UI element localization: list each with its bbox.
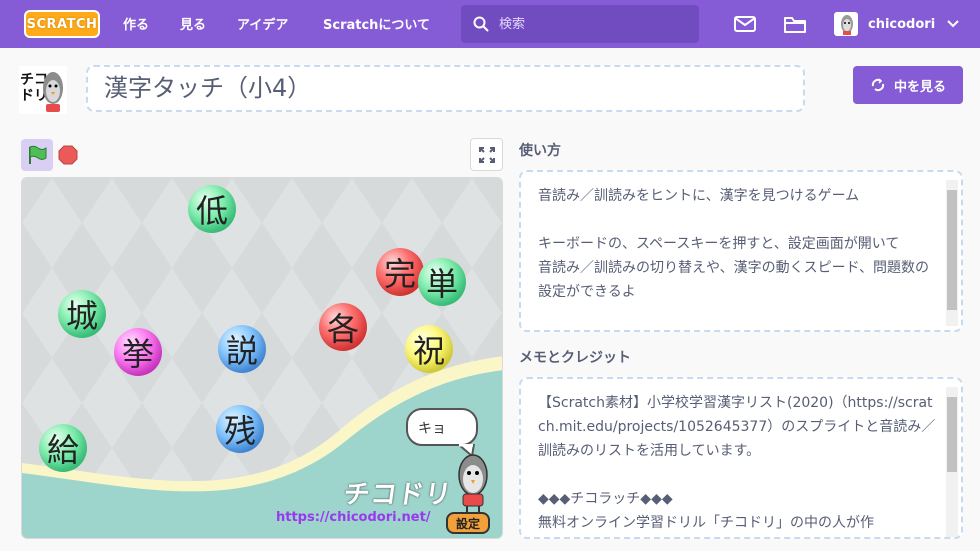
messages-icon[interactable] — [733, 12, 757, 36]
kanji-ball[interactable]: 単 — [418, 258, 466, 306]
user-menu[interactable]: chicodori — [834, 12, 959, 36]
instructions-scrollbar[interactable] — [946, 180, 958, 326]
nav-ideas-link[interactable]: アイデア — [237, 14, 288, 33]
user-avatar — [834, 12, 858, 36]
kanji-ball[interactable]: 低 — [188, 185, 236, 233]
stop-sign-icon[interactable] — [58, 145, 78, 165]
instructions-heading: 使い方 — [519, 143, 561, 159]
project-title-field[interactable]: 漢字タッチ（小4） — [86, 65, 805, 112]
kanji-ball[interactable]: 説 — [218, 325, 266, 373]
fullscreen-icon — [478, 146, 495, 163]
remix-arrows-icon — [871, 78, 885, 92]
top-nav-bar: SCRATCH 作る 見る アイデア Scratchについて chicodori — [0, 0, 980, 48]
notes-text: 【Scratch素材】小学校学習漢字リスト(2020)（https://scra… — [538, 395, 936, 531]
notes-heading: メモとクレジット — [519, 350, 631, 366]
my-stuff-folder-icon[interactable] — [783, 12, 807, 36]
nav-create-link[interactable]: 作る — [123, 14, 149, 33]
kanji-ball[interactable]: 完 — [376, 248, 424, 296]
speech-bubble: キョ — [406, 408, 478, 446]
search-icon — [473, 16, 489, 32]
search-bar[interactable] — [461, 5, 699, 43]
see-inside-label: 中を見る — [893, 79, 946, 95]
kanji-ball[interactable]: 祝 — [405, 325, 453, 373]
settings-tag[interactable]: 設定 — [446, 512, 490, 534]
nav-about-link[interactable]: Scratchについて — [323, 14, 430, 33]
kanji-ball[interactable]: 城 — [58, 290, 106, 338]
username: chicodori — [868, 16, 936, 32]
kanji-ball[interactable]: 給 — [39, 424, 87, 472]
scrollbar-thumb[interactable] — [947, 397, 957, 472]
instructions-text: 音読み／訓読みをヒントに、漢字を見つけるゲーム キーボードの、スペースキーを押す… — [538, 188, 930, 300]
green-flag-button[interactable] — [21, 139, 53, 171]
notes-scrollbar[interactable] — [946, 387, 958, 537]
chicodori-url: https://chicodori.net/ — [276, 510, 431, 525]
kanji-ball[interactable]: 残 — [216, 405, 264, 453]
instructions-textarea[interactable]: 音読み／訓読みをヒントに、漢字を見つけるゲーム キーボードの、スペースキーを押す… — [519, 170, 963, 332]
chicodori-mascot-icon[interactable] — [452, 453, 494, 513]
kanji-ball[interactable]: 各 — [319, 303, 367, 351]
chevron-down-icon — [947, 20, 959, 28]
fullscreen-button[interactable] — [470, 138, 503, 171]
see-inside-button[interactable]: 中を見る — [853, 66, 963, 104]
project-author-avatar[interactable]: チコ ドリ — [19, 66, 67, 114]
scratch-logo[interactable]: SCRATCH — [24, 10, 100, 38]
scrollbar-thumb[interactable] — [947, 190, 957, 310]
nav-explore-link[interactable]: 見る — [180, 14, 206, 33]
project-stage[interactable]: 低 完 単 城 各 祝 挙 説 残 給 キョ チコドリ https://chic… — [21, 177, 503, 539]
kanji-ball[interactable]: 挙 — [114, 328, 162, 376]
search-input[interactable] — [499, 16, 679, 32]
chicodori-brand-text: チコドリ — [341, 480, 454, 510]
notes-textarea[interactable]: 【Scratch素材】小学校学習漢字リスト(2020)（https://scra… — [519, 377, 963, 539]
green-flag-icon — [29, 145, 47, 164]
